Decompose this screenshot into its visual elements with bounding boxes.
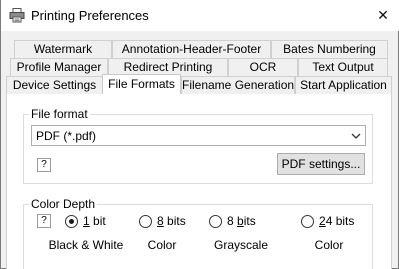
tab-ocr[interactable]: OCR: [228, 58, 298, 76]
tab-filename-generation[interactable]: Filename Generation: [181, 76, 295, 94]
caption-color-24bit: Color: [314, 238, 344, 252]
radio-1-bit[interactable]: [65, 215, 78, 228]
caption-color-8bit: Color: [147, 238, 177, 252]
tab-device-settings[interactable]: Device Settings: [6, 76, 103, 94]
caption-black-white: Black & White: [48, 238, 124, 252]
tab-bates-numbering[interactable]: Bates Numbering: [271, 40, 388, 58]
close-button[interactable]: ✕: [366, 0, 399, 31]
file-format-help-icon[interactable]: ?: [37, 158, 51, 172]
tab-file-formats[interactable]: File Formats: [102, 74, 181, 94]
color-depth-group-label: Color Depth: [29, 197, 98, 211]
radio-1-bit-label[interactable]: 1 bit: [83, 214, 106, 228]
file-format-group-label: File format: [29, 107, 90, 121]
chevron-down-icon: [351, 133, 361, 139]
radio-8-bits-grayscale-label[interactable]: 8 bits: [227, 214, 256, 228]
tab-profile-manager[interactable]: Profile Manager: [10, 58, 108, 76]
tab-annotation-header-footer[interactable]: Annotation-Header-Footer: [112, 40, 271, 58]
tab-text-output[interactable]: Text Output: [298, 58, 388, 76]
radio-8-bits-color-label[interactable]: 8 bits: [157, 214, 186, 228]
window-title: Printing Preferences: [31, 8, 149, 23]
file-format-select-value: PDF (*.pdf): [36, 129, 97, 143]
file-format-select[interactable]: PDF (*.pdf): [31, 125, 366, 146]
color-depth-help-icon[interactable]: ?: [37, 214, 51, 228]
tab-start-application[interactable]: Start Application: [295, 76, 392, 94]
radio-24-bits-label[interactable]: 24 bits: [319, 214, 354, 228]
printer-icon: [9, 8, 25, 23]
tab-watermark[interactable]: Watermark: [14, 40, 112, 58]
pdf-settings-button[interactable]: PDF settings...: [277, 153, 365, 175]
title-bar: Printing Preferences ✕: [1, 0, 399, 31]
radio-8-bits-grayscale[interactable]: [209, 215, 222, 228]
printing-preferences-dialog: Printing Preferences ✕ Watermark Annotat…: [0, 0, 399, 269]
caption-grayscale: Grayscale: [213, 238, 269, 252]
radio-24-bits[interactable]: [301, 215, 314, 228]
radio-8-bits-color[interactable]: [139, 215, 152, 228]
